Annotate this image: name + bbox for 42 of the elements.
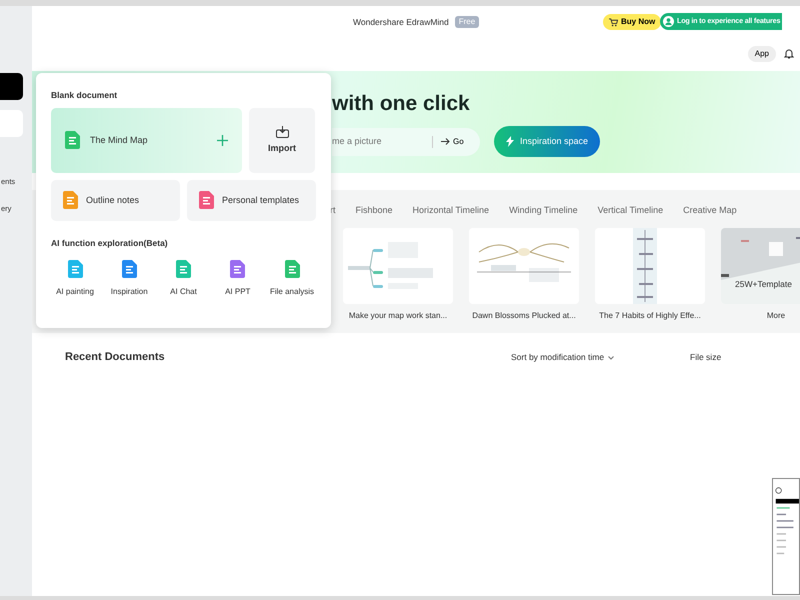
mind-map-button[interactable]: The Mind Map (51, 108, 242, 173)
search-field[interactable]: me a picture Go (332, 128, 480, 156)
template-tab[interactable]: Winding Timeline (509, 204, 578, 218)
section-title: AI function exploration(Beta) (51, 236, 169, 250)
plus-icon (217, 134, 228, 146)
sort-dropdown[interactable]: Sort by modification time (511, 351, 690, 364)
template-tab[interactable]: Vertical Timeline (598, 204, 664, 218)
template-tab[interactable]: Creative Map (683, 204, 737, 218)
go-button[interactable]: Go (432, 136, 472, 148)
ai-tool-button[interactable]: File analysis (268, 260, 316, 298)
template-tab[interactable]: Horizontal Timeline (412, 204, 490, 218)
template-caption: The 7 Habits of Highly Effe... (599, 310, 701, 322)
section-title: Blank document (51, 89, 118, 102)
ai-tool-button[interactable]: AI PPT (214, 260, 262, 298)
mind-map-icon (65, 131, 80, 150)
lightning-icon (506, 136, 514, 148)
bell-icon[interactable] (784, 48, 794, 59)
sidebar-button[interactable] (0, 73, 23, 100)
buy-now-button[interactable]: Buy Now (603, 14, 662, 30)
template-caption: Dawn Blossoms Plucked at... (472, 310, 576, 322)
outline-notes-button[interactable]: Outline notes (51, 180, 180, 221)
more-link[interactable]: More (766, 310, 786, 322)
ai-tool-button[interactable]: AI painting (51, 260, 99, 298)
template-tab[interactable]: Fishbone (356, 204, 393, 218)
import-button[interactable]: Import (249, 108, 315, 173)
template-caption: Make your map work stan... (348, 310, 448, 322)
cart-icon (609, 18, 618, 26)
user-icon (663, 16, 674, 27)
caret-icon (608, 356, 614, 360)
template-count: 25W+Template (735, 278, 792, 290)
ai-tool-button[interactable]: AI Chat (160, 260, 208, 298)
section-title: Recent Documents (65, 351, 166, 364)
free-badge: Free (454, 16, 480, 28)
ai-tool-button[interactable]: Inspiration (105, 260, 154, 298)
inspiration-space-button[interactable]: Inspiration space (494, 126, 600, 158)
hero-heading: with one click (332, 91, 471, 116)
app-button[interactable]: App (748, 46, 776, 62)
personal-templates-button[interactable]: Personal templates (187, 180, 316, 221)
arrow-icon (441, 138, 450, 146)
app-title: Wondershare EdrawMind (353, 16, 449, 29)
import-icon (276, 126, 288, 138)
column-header: File size (690, 351, 722, 364)
